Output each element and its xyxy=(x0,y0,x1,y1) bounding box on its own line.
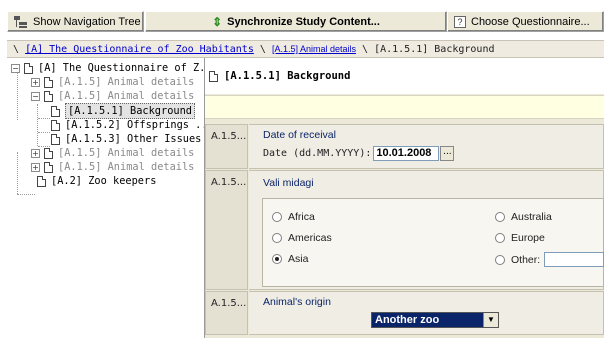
document-icon xyxy=(44,76,53,88)
show-navigation-tree-label: Show Navigation Tree xyxy=(33,15,141,28)
question-vali-midagi: A.1.5... Vali midagi Africa Australia Am… xyxy=(205,170,604,290)
tree-node-label: [A.1.5.2] Offsprings ... xyxy=(65,119,205,131)
radio-asia[interactable]: Asia xyxy=(272,253,308,265)
tree-node-label: [A.1.5.3] Other Issues xyxy=(65,133,202,145)
question-number: A.1.5... xyxy=(205,291,248,335)
document-icon xyxy=(51,119,60,131)
document-icon xyxy=(51,105,60,117)
document-icon xyxy=(51,133,60,145)
questionnaire-icon: ? xyxy=(454,15,466,28)
expand-icon[interactable]: + xyxy=(31,162,40,172)
question-animals-origin: A.1.5... Animal's origin Another zoo ▼ xyxy=(205,291,604,335)
page-header: [A.1.5.1] Background xyxy=(205,58,604,94)
collapse-icon[interactable]: − xyxy=(11,63,20,73)
radio-button-icon[interactable] xyxy=(495,233,505,243)
origin-select-value: Another zoo xyxy=(375,314,440,326)
question-label: Vali midagi xyxy=(263,177,314,189)
question-number: A.1.5... xyxy=(205,170,248,290)
tree-node-label: [A.1.5] Animal details xyxy=(58,90,195,102)
tree-node-label: [A.1.5.1] Background xyxy=(65,103,195,119)
breadcrumb-separator: \ xyxy=(362,44,369,55)
breadcrumb-link-animal-details[interactable]: [A.1.5] Animal details xyxy=(272,44,356,54)
radio-americas[interactable]: Americas xyxy=(272,232,332,244)
choose-questionnaire-button[interactable]: ? Choose Questionnaire... xyxy=(447,11,604,32)
document-icon xyxy=(209,70,218,82)
tree-node-background[interactable]: [A.1.5.1] Background xyxy=(51,103,195,119)
synchronize-label: Synchronize Study Content... xyxy=(227,15,380,28)
toolbar: Show Navigation Tree ⇕ Synchronize Study… xyxy=(0,0,604,40)
radio-label: Americas xyxy=(288,232,332,244)
sync-icon: ⇕ xyxy=(212,14,223,29)
radio-label: Asia xyxy=(288,253,309,265)
radio-australia[interactable]: Australia xyxy=(495,211,552,223)
tree-node-label: [A] The Questionnaire of Z... xyxy=(38,62,205,74)
show-navigation-tree-button[interactable]: Show Navigation Tree xyxy=(7,11,144,32)
tree-node-label: [A.2] Zoo keepers xyxy=(51,175,157,187)
navigation-tree-icon xyxy=(14,15,28,28)
date-caption: Date (dd.MM.YYYY): xyxy=(263,148,372,159)
radio-button-icon[interactable] xyxy=(272,212,282,222)
breadcrumb-current: [A.1.5.1] Background xyxy=(374,44,495,55)
radio-other[interactable]: Other: xyxy=(495,252,604,267)
tree-node-label: [A.1.5] Animal details xyxy=(58,76,195,88)
radio-africa[interactable]: Africa xyxy=(272,211,315,223)
radio-label: Europe xyxy=(511,232,545,244)
tree-node-questionnaire[interactable]: − [A] The Questionnaire of Z... xyxy=(11,61,205,75)
radio-europe[interactable]: Europe xyxy=(495,232,545,244)
question-date-of-receival: A.1.5... Date of receival Date (dd.MM.YY… xyxy=(205,124,604,169)
tree-node-label: [A.1.5] Animal details xyxy=(58,147,195,159)
questionnaire-page: [A.1.5.1] Background A.1.5... Date of re… xyxy=(205,58,604,338)
radio-label: Australia xyxy=(511,211,552,223)
tree-node-label: [A.1.5] Animal details xyxy=(58,161,195,173)
radio-button-icon[interactable] xyxy=(495,254,505,265)
tree-node-other-issues[interactable]: [A.1.5.3] Other Issues xyxy=(51,132,201,146)
tree-node-zoo-keepers[interactable]: [A.2] Zoo keepers xyxy=(37,174,156,188)
dropdown-arrow-icon[interactable]: ▼ xyxy=(483,313,498,327)
question-body: Vali midagi Africa Australia Americas Eu… xyxy=(249,170,604,290)
document-icon xyxy=(24,62,33,74)
radio-button-icon[interactable] xyxy=(495,212,505,222)
breadcrumb-separator: \ xyxy=(13,44,20,55)
radio-group: Africa Australia Americas Europe Asia Ot… xyxy=(262,198,604,287)
radio-label: Africa xyxy=(288,211,315,223)
document-icon xyxy=(44,161,53,173)
breadcrumb: \ [A] The Questionnaire of Zoo Habitants… xyxy=(7,40,604,58)
navigation-tree: − [A] The Questionnaire of Z... + [A.1.5… xyxy=(7,58,205,338)
question-label: Date of receival xyxy=(263,129,336,141)
date-input[interactable]: 10.01.2008 xyxy=(373,146,440,161)
tree-node-animal-details[interactable]: + [A.1.5] Animal details xyxy=(31,160,194,174)
question-body: Animal's origin Another zoo ▼ xyxy=(249,291,604,335)
radio-label: Other: xyxy=(511,253,541,266)
collapse-icon[interactable]: − xyxy=(31,91,40,101)
breadcrumb-link-questionnaire[interactable]: [A] The Questionnaire of Zoo Habitants xyxy=(25,44,254,55)
tree-node-animal-details[interactable]: − [A.1.5] Animal details xyxy=(31,89,194,103)
document-icon xyxy=(44,90,53,102)
question-body: Date of receival Date (dd.MM.YYYY): 10.0… xyxy=(249,124,604,169)
document-icon xyxy=(44,147,53,159)
page-title: [A.1.5.1] Background xyxy=(224,70,351,82)
question-label: Animal's origin xyxy=(263,296,331,308)
question-number: A.1.5... xyxy=(205,124,248,169)
other-text-input[interactable] xyxy=(544,252,604,267)
date-field-row: Date (dd.MM.YYYY): 10.01.2008 ... xyxy=(263,146,455,161)
choose-questionnaire-label: Choose Questionnaire... xyxy=(471,15,590,28)
expand-icon[interactable]: + xyxy=(31,148,40,158)
tree-node-animal-details[interactable]: + [A.1.5] Animal details xyxy=(31,75,194,89)
info-band xyxy=(205,95,604,119)
tree-node-offsprings[interactable]: [A.1.5.2] Offsprings ... xyxy=(51,118,205,132)
document-icon xyxy=(37,175,46,187)
calendar-picker-button[interactable]: ... xyxy=(440,146,455,161)
radio-button-selected-icon[interactable] xyxy=(272,254,282,264)
radio-button-icon[interactable] xyxy=(272,233,282,243)
tree-node-animal-details[interactable]: + [A.1.5] Animal details xyxy=(31,146,194,160)
synchronize-study-content-button[interactable]: ⇕ Synchronize Study Content... xyxy=(145,11,447,32)
origin-select[interactable]: Another zoo ▼ xyxy=(371,312,499,328)
expand-icon[interactable]: + xyxy=(31,77,40,87)
breadcrumb-separator: \ xyxy=(259,44,266,55)
